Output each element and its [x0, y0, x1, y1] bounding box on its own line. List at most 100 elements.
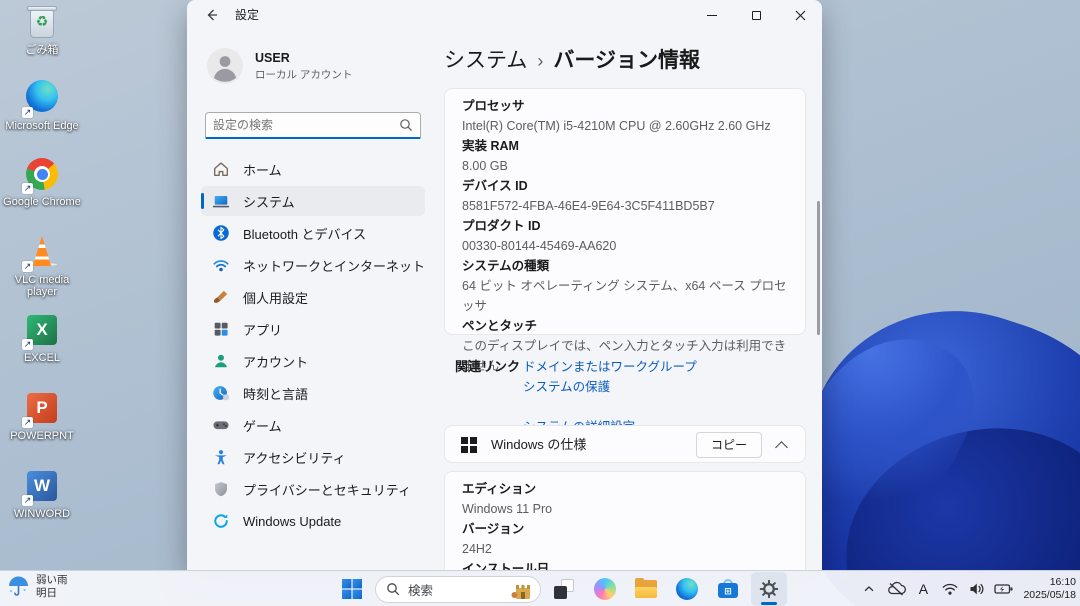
spec-row: システムの種類 64 ビット オペレーティング システム、x64 ベース プロセ…: [462, 256, 791, 316]
breadcrumb-parent[interactable]: システム: [444, 49, 527, 72]
apps-icon: [212, 320, 230, 338]
battery-button[interactable]: [994, 576, 1014, 602]
avatar: [207, 48, 243, 84]
bluetooth-icon: [212, 224, 230, 242]
nav-item-apps[interactable]: アプリ: [201, 314, 425, 344]
spec-label: プロダクト ID: [462, 216, 791, 236]
clock[interactable]: 16:10 2025/05/18: [1023, 576, 1076, 602]
back-button[interactable]: [197, 3, 225, 27]
settings-content: システム›バージョン情報 プロセッサ Intel(R) Core(TM) i5-…: [437, 30, 822, 570]
shortcut-arrow-icon: ↗: [22, 183, 33, 194]
user-name: USER: [255, 51, 352, 65]
desktop-icon-edge[interactable]: ↗ Microsoft Edge: [2, 78, 82, 152]
desktop-icon-label: ごみ箱: [2, 44, 82, 56]
spec-value: 00330-80144-45469-AA620: [462, 236, 791, 256]
link-system-protection[interactable]: システムの保護: [523, 376, 610, 395]
device-specs-card: プロセッサ Intel(R) Core(TM) i5-4210M CPU @ 2…: [444, 88, 806, 335]
edge-button[interactable]: [669, 572, 705, 606]
nav-item-time-language[interactable]: 時刻と言語: [201, 378, 425, 408]
desktop-icon-recycle-bin[interactable]: ♻ ごみ箱: [2, 4, 82, 78]
nav-item-personalization[interactable]: 個人用設定: [201, 282, 425, 312]
windows-update-icon: [212, 512, 230, 530]
page-title: バージョン情報: [553, 49, 700, 72]
nav-item-accounts[interactable]: アカウント: [201, 346, 425, 376]
file-explorer-button[interactable]: [628, 572, 664, 606]
nav-item-home[interactable]: ホーム: [201, 154, 425, 184]
nav-item-privacy-security[interactable]: プライバシーとセキュリティ: [201, 474, 425, 504]
desktop-icon-chrome[interactable]: ↗ Google Chrome: [2, 156, 82, 230]
breadcrumb: システム›バージョン情報: [444, 44, 700, 74]
taskbar-search-box[interactable]: 検索: [375, 576, 541, 603]
user-account[interactable]: USER ローカル アカウント: [207, 48, 352, 84]
nav-label: アカウント: [243, 352, 308, 371]
excel-icon: X ↗: [24, 312, 60, 350]
tray-time: 16:10: [1023, 576, 1076, 589]
shortcut-arrow-icon: ↗: [22, 261, 33, 272]
copilot-icon: [594, 578, 616, 600]
nav-item-windows-update[interactable]: Windows Update: [201, 506, 425, 536]
nav-item-system[interactable]: システム: [201, 186, 425, 216]
onedrive-status-button[interactable]: [886, 576, 906, 602]
spec-row: エディション Windows 11 Pro: [462, 479, 791, 519]
accounts-icon: [212, 352, 230, 370]
weather-widget[interactable]: 弱い雨 明日: [6, 574, 68, 600]
nav-item-bluetooth-devices[interactable]: Bluetooth とデバイス: [201, 218, 425, 248]
spec-row: 実装 RAM 8.00 GB: [462, 136, 791, 176]
spec-label: エディション: [462, 479, 791, 499]
spec-value: 24H2: [462, 539, 791, 559]
nav-item-gaming[interactable]: ゲーム: [201, 410, 425, 440]
weather-day: 明日: [36, 587, 68, 600]
desktop-icon-powerpoint[interactable]: P ↗ POWERPNT: [2, 390, 82, 464]
maximize-button[interactable]: [734, 0, 778, 30]
personalization-icon: [212, 288, 230, 306]
close-button[interactable]: [778, 0, 822, 30]
minimize-button[interactable]: [690, 0, 734, 30]
task-view-button[interactable]: [546, 572, 582, 606]
collapse-chevron-icon[interactable]: [775, 441, 788, 454]
desktop-icon-vlc[interactable]: ↗ VLC media player: [2, 234, 82, 308]
spec-value: Windows 11 Pro: [462, 499, 791, 519]
copy-button[interactable]: コピー: [696, 432, 762, 458]
edge-icon: ↗: [24, 80, 60, 118]
nav-item-network-internet[interactable]: ネットワークとインターネット: [201, 250, 425, 280]
microsoft-store-button[interactable]: ⊞: [710, 572, 746, 606]
window-title: 設定: [235, 0, 259, 30]
system-icon: [212, 192, 230, 210]
spec-row: プロダクト ID 00330-80144-45469-AA620: [462, 216, 791, 256]
desktop-icon-excel[interactable]: X ↗ EXCEL: [2, 312, 82, 386]
system-tray: A: [859, 571, 1076, 606]
ime-mode-button[interactable]: A: [913, 576, 933, 602]
spec-label: システムの種類: [462, 256, 791, 276]
settings-nav: ホーム システム Bluetooth と: [201, 154, 425, 538]
volume-button[interactable]: [967, 576, 987, 602]
chevron-up-icon: [862, 582, 876, 596]
desktop-icon-label: Google Chrome: [2, 196, 82, 208]
windows-spec-header-card[interactable]: Windows の仕様 コピー: [444, 425, 806, 463]
desktop-icon-word[interactable]: W ↗ WINWORD: [2, 468, 82, 542]
related-links-section: 関連リンク ドメインまたはワークグループ システムの保護 システムの詳細設定: [444, 338, 806, 352]
content-scrollbar[interactable]: [817, 201, 820, 335]
link-domain-workgroup[interactable]: ドメインまたはワークグループ: [523, 356, 697, 375]
minimize-icon: [707, 15, 717, 16]
speaker-icon: [968, 581, 986, 597]
desktop-icon-label: EXCEL: [2, 352, 82, 364]
spec-row: バージョン 24H2: [462, 519, 791, 559]
recycle-bin-icon: ♻: [24, 4, 60, 42]
spec-label: デバイス ID: [462, 176, 791, 196]
tray-overflow-button[interactable]: [859, 576, 879, 602]
spec-row: インストール日: [462, 559, 791, 570]
privacy-shield-icon: [212, 480, 230, 498]
back-arrow-icon: [203, 7, 219, 23]
nav-label: アプリ: [243, 320, 282, 339]
desktop-icon-label: POWERPNT: [2, 430, 82, 442]
copilot-button[interactable]: [587, 572, 623, 606]
related-links-label: 関連リンク: [455, 356, 520, 375]
settings-taskbar-button[interactable]: [751, 572, 787, 606]
wifi-button[interactable]: [940, 576, 960, 602]
nav-item-accessibility[interactable]: アクセシビリティ: [201, 442, 425, 472]
settings-search-input[interactable]: [213, 114, 393, 136]
home-icon: [212, 160, 230, 178]
spec-row: プロセッサ Intel(R) Core(TM) i5-4210M CPU @ 2…: [462, 96, 791, 136]
start-button[interactable]: [334, 572, 370, 606]
search-icon: [386, 582, 400, 596]
